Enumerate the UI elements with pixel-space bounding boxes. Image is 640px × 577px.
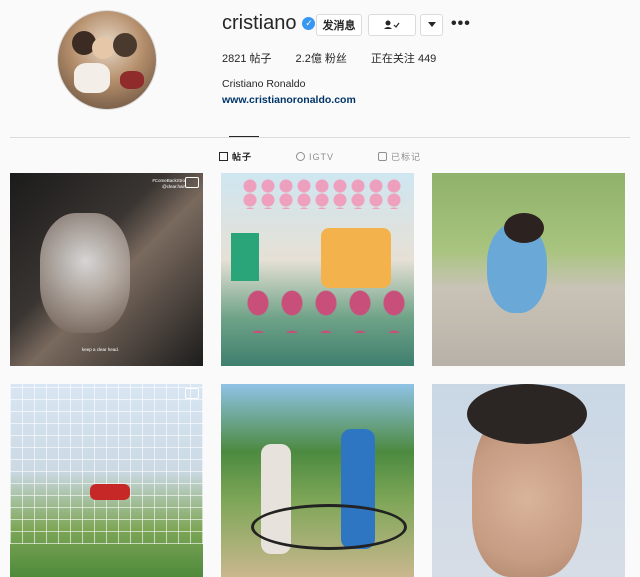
message-button[interactable]: 发消息 xyxy=(316,14,362,36)
post-caption-handle: @clear.hair xyxy=(162,184,185,189)
post-caption-top: #ComeBackStro xyxy=(152,178,185,183)
person-check-icon xyxy=(384,20,400,29)
following-count[interactable]: 正在关注 449 xyxy=(371,50,436,66)
tab-tagged-label: 已标记 xyxy=(391,152,422,162)
username: cristiano xyxy=(222,12,297,34)
post-caption-bottom: keep a clear head. xyxy=(82,347,120,352)
active-tab-indicator xyxy=(229,136,259,137)
ellipsis-icon: ••• xyxy=(451,15,471,32)
grid-icon xyxy=(218,152,228,161)
verified-badge-icon: ✓ xyxy=(302,17,316,30)
post-tile[interactable] xyxy=(432,384,625,577)
post-tile[interactable] xyxy=(432,173,625,366)
chevron-down-icon xyxy=(427,22,436,27)
posts-count: 2821 帖子 xyxy=(222,53,272,65)
profile-avatar[interactable] xyxy=(58,11,156,109)
post-tile[interactable]: #ComeBackStro @clear.hair keep a clear h… xyxy=(10,173,203,366)
username-row: cristiano ✓ xyxy=(222,12,316,35)
profile-stats: 2821 帖子 2.2億 粉丝 正在关注 449 xyxy=(222,50,436,66)
post-tile[interactable] xyxy=(221,173,414,366)
igtv-icon xyxy=(185,177,199,188)
posts-grid: #ComeBackStro @clear.hair keep a clear h… xyxy=(10,173,631,577)
igtv-icon xyxy=(295,152,305,161)
more-options-button[interactable]: ••• xyxy=(451,15,471,33)
following-button[interactable] xyxy=(368,14,416,36)
post-tile[interactable] xyxy=(10,384,203,577)
igtv-icon xyxy=(185,388,199,399)
tab-tagged[interactable]: 已标记 xyxy=(378,150,421,163)
section-divider xyxy=(10,137,630,138)
tab-posts-label: 帖子 xyxy=(231,152,252,162)
suggested-dropdown-button[interactable] xyxy=(420,14,443,36)
website-link[interactable]: www.cristianoronaldo.com xyxy=(222,94,356,106)
post-tile[interactable] xyxy=(221,384,414,577)
followers-count[interactable]: 2.2億 粉丝 xyxy=(296,50,347,66)
tagged-icon xyxy=(378,152,387,161)
tab-igtv[interactable]: IGTV xyxy=(295,150,334,163)
tab-posts[interactable]: 帖子 xyxy=(218,150,252,163)
full-name: Cristiano Ronaldo xyxy=(222,78,306,90)
tab-igtv-label: IGTV xyxy=(308,151,334,162)
profile-tabs: 帖子 IGTV 已标记 xyxy=(0,150,640,163)
